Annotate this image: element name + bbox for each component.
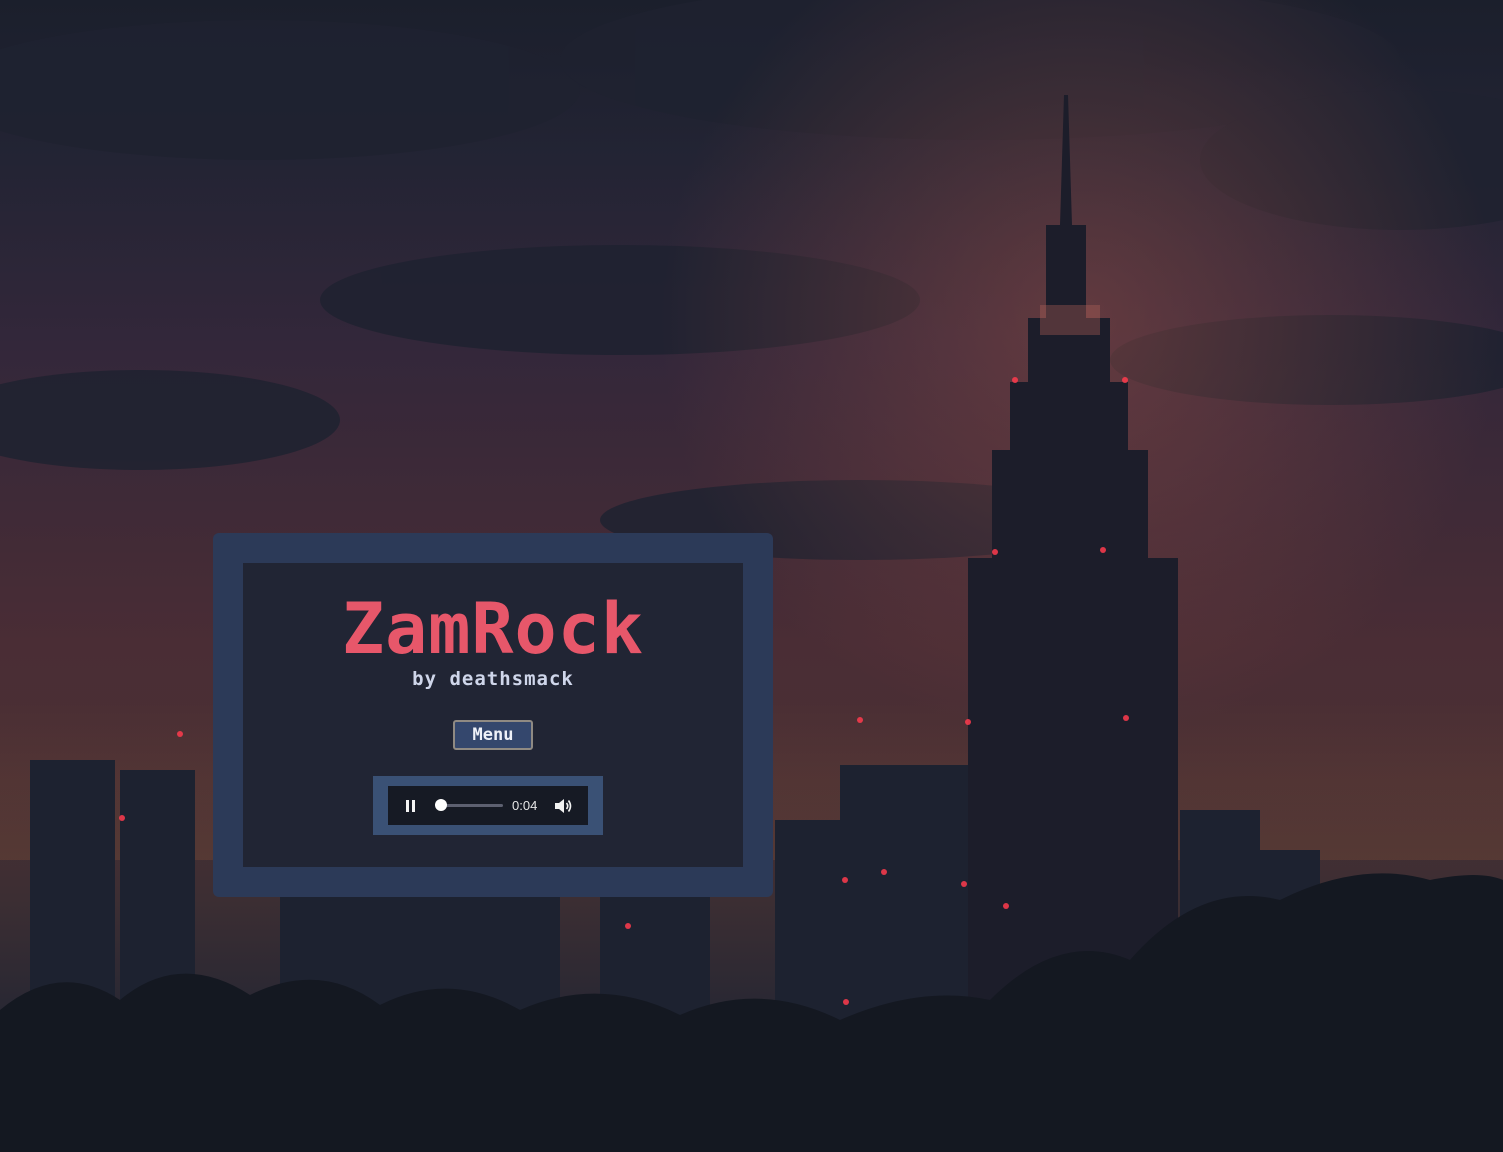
game-title: ZamRock <box>341 588 644 670</box>
time-display: 0:04 <box>512 798 538 813</box>
pause-icon <box>406 800 409 812</box>
seek-bar[interactable] <box>438 804 503 807</box>
pause-button[interactable] <box>401 796 421 816</box>
audio-player-frame: 0:04 <box>373 776 603 835</box>
tower-glow <box>1040 305 1100 335</box>
seek-thumb[interactable] <box>434 799 447 811</box>
city-skyline-background: ZamRock by deathsmack Menu 0:04 <box>0 0 1503 1152</box>
pause-icon-bar <box>412 800 415 812</box>
menu-button[interactable]: Menu <box>453 720 533 750</box>
title-screen-content: ZamRock by deathsmack Menu 0:04 <box>243 563 743 867</box>
volume-icon <box>555 799 572 813</box>
title-screen-panel: ZamRock by deathsmack Menu 0:04 <box>213 533 773 897</box>
audio-player: 0:04 <box>388 786 588 825</box>
game-subtitle: by deathsmack <box>412 668 574 690</box>
volume-button[interactable] <box>553 796 573 816</box>
